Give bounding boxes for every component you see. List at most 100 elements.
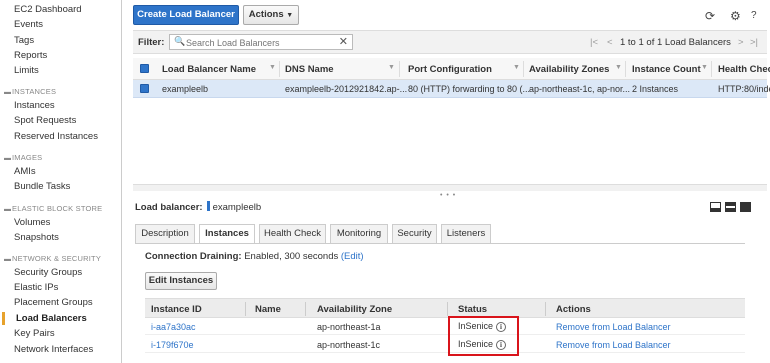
chevron-down-icon: ▼ bbox=[286, 12, 294, 19]
resize-grip-icon[interactable]: • • • bbox=[440, 192, 456, 199]
table-row: i-aa7a30ac ap-northeast-1a InSenice i Rem… bbox=[145, 319, 745, 335]
row-checkbox[interactable] bbox=[140, 84, 149, 93]
pagination-text: 1 to 1 of 1 Load Balancers bbox=[620, 37, 731, 48]
sidebar-item-bundle-tasks[interactable]: Bundle Tasks bbox=[14, 181, 70, 192]
layout-full-icon[interactable] bbox=[740, 202, 751, 212]
tab-listeners[interactable]: Listeners bbox=[441, 224, 491, 243]
last-page-icon[interactable]: >| bbox=[750, 37, 758, 48]
sidebar-section-ebs[interactable]: ▬ELASTIC BLOCK STORE bbox=[4, 204, 102, 213]
refresh-icon[interactable]: ⟳ bbox=[705, 9, 715, 23]
collapse-triangle-icon: ▬ bbox=[4, 256, 12, 263]
sidebar-item-load-balancers[interactable]: Load Balancers bbox=[16, 313, 87, 324]
sidebar-item-snapshots[interactable]: Snapshots bbox=[14, 232, 59, 243]
edit-instances-button[interactable]: Edit Instances bbox=[145, 272, 217, 290]
sidebar-item-volumes[interactable]: Volumes bbox=[14, 217, 50, 228]
port-config-cell: 80 (HTTP) forwarding to 80 (... bbox=[408, 84, 531, 94]
next-page-icon[interactable]: > bbox=[738, 37, 744, 48]
sidebar-item-reserved-instances[interactable]: Reserved Instances bbox=[14, 131, 98, 142]
search-input[interactable] bbox=[186, 37, 336, 48]
sidebar-item-placement-groups[interactable]: Placement Groups bbox=[14, 297, 93, 308]
layout-split-icon[interactable] bbox=[725, 202, 736, 212]
instance-count-cell: 2 Instances bbox=[632, 84, 679, 94]
sidebar-item-elastic-ips[interactable]: Elastic IPs bbox=[14, 282, 58, 293]
sidebar-section-instances[interactable]: ▬INSTANCES bbox=[4, 87, 56, 96]
gear-icon[interactable]: ⚙ bbox=[730, 9, 741, 23]
load-balancer-table-header: Load Balancer Name ▼ DNS Name ▼ Port Con… bbox=[133, 58, 770, 80]
sidebar-nav: EC2 Dashboard Events Tags Reports Limits… bbox=[0, 0, 122, 363]
sidebar-item-amis[interactable]: AMIs bbox=[14, 166, 36, 177]
table-row[interactable]: exampleelb exampleelb-2012921842.ap-... … bbox=[133, 80, 770, 98]
sort-icon[interactable]: ▼ bbox=[269, 64, 276, 71]
sidebar-item-security-groups[interactable]: Security Groups bbox=[14, 267, 82, 278]
tab-health-check[interactable]: Health Check bbox=[259, 224, 326, 243]
dns-name-cell: exampleelb-2012921842.ap-... bbox=[285, 84, 408, 94]
remove-from-lb-link[interactable]: Remove from Load Balancer bbox=[556, 340, 671, 350]
search-box[interactable]: 🔍 ✕ bbox=[169, 34, 353, 50]
sort-icon[interactable]: ▼ bbox=[513, 64, 520, 71]
tab-security[interactable]: Security bbox=[392, 224, 437, 243]
select-all-checkbox[interactable] bbox=[140, 64, 149, 73]
column-header-zones[interactable]: Availability Zones bbox=[529, 64, 609, 75]
column-divider bbox=[305, 302, 306, 316]
details-title: Load balancer: exampleelb bbox=[135, 201, 262, 213]
column-header-port[interactable]: Port Configuration bbox=[408, 64, 492, 75]
lb-name-cell: exampleelb bbox=[162, 84, 209, 94]
search-icon: 🔍 bbox=[174, 36, 186, 46]
collapse-triangle-icon: ▬ bbox=[4, 155, 12, 162]
column-header-dns[interactable]: DNS Name bbox=[285, 64, 334, 75]
availability-zone-cell: ap-northeast-1a bbox=[317, 322, 381, 332]
create-load-balancer-button[interactable]: Create Load Balancer bbox=[133, 5, 239, 25]
sidebar-item-tags[interactable]: Tags bbox=[14, 35, 34, 46]
close-icon[interactable]: ✕ bbox=[339, 35, 348, 48]
filter-label: Filter: bbox=[138, 37, 165, 48]
sort-icon[interactable]: ▼ bbox=[388, 64, 395, 71]
table-row: i-179f670e ap-northeast-1c InSenice i Rem… bbox=[145, 337, 745, 353]
sidebar-item-spot-requests[interactable]: Spot Requests bbox=[14, 115, 76, 126]
sidebar-item-instances[interactable]: Instances bbox=[14, 100, 55, 111]
column-divider bbox=[399, 61, 400, 77]
column-header-instance-id: Instance ID bbox=[151, 304, 202, 315]
instance-id-link[interactable]: i-aa7a30ac bbox=[151, 322, 196, 332]
column-divider bbox=[625, 61, 626, 77]
column-divider bbox=[523, 61, 524, 77]
status-highlight-box bbox=[448, 316, 519, 356]
sort-icon[interactable]: ▼ bbox=[701, 64, 708, 71]
help-icon[interactable]: ? bbox=[751, 10, 757, 21]
availability-zone-cell: ap-northeast-1c bbox=[317, 340, 381, 350]
column-divider bbox=[711, 61, 712, 77]
sort-icon[interactable]: ▼ bbox=[615, 64, 622, 71]
sidebar-section-images[interactable]: ▬IMAGES bbox=[4, 153, 42, 162]
sidebar-item-network-interfaces[interactable]: Network Interfaces bbox=[14, 344, 93, 355]
column-header-health[interactable]: Health Check bbox=[718, 64, 770, 75]
instance-id-link[interactable]: i-179f670e bbox=[151, 340, 194, 350]
column-header-count[interactable]: Instance Count bbox=[632, 64, 701, 75]
sidebar-item-limits[interactable]: Limits bbox=[14, 65, 39, 76]
layout-bottom-icon[interactable] bbox=[710, 202, 721, 212]
tab-instances[interactable]: Instances bbox=[199, 224, 255, 244]
lb-color-marker bbox=[206, 201, 210, 211]
tab-monitoring[interactable]: Monitoring bbox=[330, 224, 388, 243]
horizontal-scrollbar[interactable] bbox=[133, 184, 767, 191]
active-item-marker bbox=[2, 312, 5, 325]
column-header-name: Name bbox=[255, 304, 281, 315]
column-divider bbox=[245, 302, 246, 316]
column-header-actions: Actions bbox=[556, 304, 591, 315]
filter-bar: Filter: 🔍 ✕ |< < 1 to 1 of 1 Load Balanc… bbox=[133, 30, 767, 54]
sidebar-item-events[interactable]: Events bbox=[14, 19, 43, 30]
tab-description[interactable]: Description bbox=[135, 224, 195, 243]
remove-from-lb-link[interactable]: Remove from Load Balancer bbox=[556, 322, 671, 332]
connection-draining-info: Connection Draining: Enabled, 300 second… bbox=[145, 251, 364, 262]
column-header-zone: Availability Zone bbox=[317, 304, 393, 315]
first-page-icon[interactable]: |< bbox=[590, 37, 598, 48]
sidebar-item-key-pairs[interactable]: Key Pairs bbox=[14, 328, 55, 339]
edit-draining-link[interactable]: (Edit) bbox=[341, 251, 364, 262]
column-header-status: Status bbox=[458, 304, 488, 315]
sidebar-item-reports[interactable]: Reports bbox=[14, 50, 47, 61]
sidebar-item-ec2-dashboard[interactable]: EC2 Dashboard bbox=[14, 4, 82, 15]
column-divider bbox=[447, 302, 448, 316]
sidebar-section-network-security[interactable]: ▬NETWORK & SECURITY bbox=[4, 254, 101, 263]
collapse-triangle-icon: ▬ bbox=[4, 89, 12, 96]
column-header-name[interactable]: Load Balancer Name bbox=[162, 64, 256, 75]
actions-dropdown-button[interactable]: Actions ▼ bbox=[243, 5, 299, 25]
previous-page-icon[interactable]: < bbox=[607, 37, 613, 48]
